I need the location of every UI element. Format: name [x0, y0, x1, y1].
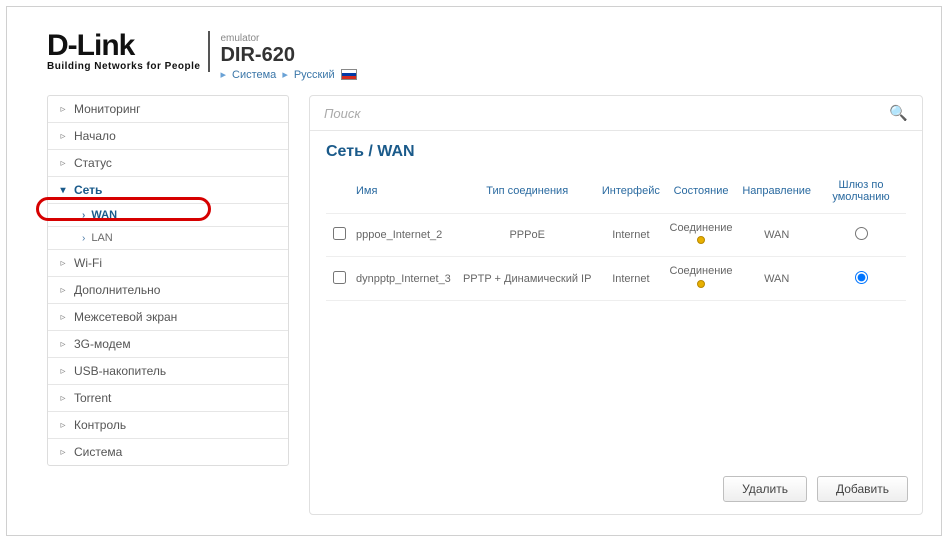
col-direction: Направление	[737, 173, 816, 214]
col-state: Состояние	[665, 173, 738, 214]
search-input[interactable]	[324, 106, 889, 121]
sidebar-item-network[interactable]: ▾ Сеть	[48, 177, 288, 204]
chevron-right-icon: ›	[82, 210, 85, 221]
logo-subtitle: Building Networks for People	[47, 61, 200, 72]
page-title: Сеть / WAN	[326, 143, 906, 161]
cell-interface: Internet	[597, 257, 665, 300]
sidebar-item-label: Начало	[74, 129, 116, 143]
search-bar: 🔍	[310, 96, 922, 131]
search-icon[interactable]: 🔍	[889, 104, 908, 122]
sidebar-item-advanced[interactable]: ▹ Дополнительно	[48, 277, 288, 304]
sidebar-item-usb-storage[interactable]: ▹ USB-накопитель	[48, 358, 288, 385]
sidebar: ▹ Мониторинг ▹ Начало ▹ Статус ▾ Сеть › …	[47, 95, 289, 466]
sidebar-item-label: 3G-модем	[74, 337, 131, 351]
sidebar-item-label: Система	[74, 445, 122, 459]
sidebar-subitem-wan[interactable]: › WAN	[48, 204, 288, 227]
col-type: Тип соединения	[457, 173, 597, 214]
chevron-right-icon: ▹	[58, 366, 68, 377]
sidebar-item-status[interactable]: ▹ Статус	[48, 150, 288, 177]
chevron-right-icon: ▹	[58, 393, 68, 404]
row-checkbox[interactable]	[333, 271, 346, 284]
logo: D-Link Building Networks for People	[47, 31, 210, 72]
chevron-right-icon: ▹	[58, 285, 68, 296]
col-interface: Интерфейс	[597, 173, 665, 214]
chevron-right-icon: ▸	[282, 68, 288, 81]
emulator-label: emulator	[220, 33, 356, 44]
breadcrumb: ▸ Система ▸ Русский	[220, 68, 356, 81]
status-dot-icon	[697, 236, 705, 244]
chevron-right-icon: ▹	[58, 104, 68, 115]
add-button[interactable]: Добавить	[817, 476, 908, 502]
sidebar-item-label: Torrent	[74, 391, 111, 405]
table-row[interactable]: dynpptp_Internet_3 PPTP + Динамический I…	[326, 257, 906, 300]
chevron-right-icon: ▹	[58, 420, 68, 431]
sidebar-item-label: Сеть	[74, 183, 102, 197]
chevron-right-icon: ▹	[58, 339, 68, 350]
sidebar-item-label: Межсетевой экран	[74, 310, 177, 324]
col-name: Имя	[352, 173, 457, 214]
chevron-right-icon: ▹	[58, 447, 68, 458]
sidebar-item-monitoring[interactable]: ▹ Мониторинг	[48, 96, 288, 123]
table-row[interactable]: pppoe_Internet_2 PPPoE Internet Соединен…	[326, 214, 906, 257]
footer-buttons: Удалить Добавить	[723, 476, 908, 502]
delete-button[interactable]: Удалить	[723, 476, 807, 502]
flag-ru-icon[interactable]	[341, 69, 357, 80]
logo-text: D-Link	[47, 31, 200, 61]
chevron-right-icon: ▹	[58, 158, 68, 169]
main-panel: 🔍 Сеть / WAN Имя Тип соединения Интерфей…	[309, 95, 923, 515]
sidebar-item-label: Мониторинг	[74, 102, 141, 116]
cell-state: Соединение	[665, 214, 738, 257]
chevron-right-icon: ›	[82, 233, 85, 244]
sidebar-item-firewall[interactable]: ▹ Межсетевой экран	[48, 304, 288, 331]
sidebar-item-start[interactable]: ▹ Начало	[48, 123, 288, 150]
sidebar-subitem-label: LAN	[91, 232, 112, 244]
breadcrumb-system[interactable]: Система	[232, 69, 276, 81]
cell-type: PPTP + Динамический IP	[457, 257, 597, 300]
sidebar-item-label: Wi-Fi	[74, 256, 102, 270]
sidebar-subitem-label: WAN	[91, 209, 117, 221]
chevron-down-icon: ▾	[58, 185, 68, 196]
sidebar-item-torrent[interactable]: ▹ Torrent	[48, 385, 288, 412]
cell-direction: WAN	[737, 257, 816, 300]
default-gateway-radio[interactable]	[855, 227, 868, 240]
sidebar-subitem-lan[interactable]: › LAN	[48, 227, 288, 250]
sidebar-item-label: Статус	[74, 156, 112, 170]
chevron-right-icon: ▹	[58, 131, 68, 142]
sidebar-item-wifi[interactable]: ▹ Wi-Fi	[48, 250, 288, 277]
cell-name: dynpptp_Internet_3	[352, 257, 457, 300]
cell-direction: WAN	[737, 214, 816, 257]
sidebar-item-control[interactable]: ▹ Контроль	[48, 412, 288, 439]
status-dot-icon	[697, 280, 705, 288]
cell-interface: Internet	[597, 214, 665, 257]
sidebar-item-system[interactable]: ▹ Система	[48, 439, 288, 465]
chevron-right-icon: ▹	[58, 258, 68, 269]
cell-type: PPPoE	[457, 214, 597, 257]
chevron-right-icon: ▹	[58, 312, 68, 323]
wan-table: Имя Тип соединения Интерфейс Состояние Н…	[326, 173, 906, 301]
header: D-Link Building Networks for People emul…	[7, 7, 941, 95]
sidebar-item-3g-modem[interactable]: ▹ 3G-модем	[48, 331, 288, 358]
model-name: DIR-620	[220, 44, 356, 66]
cell-state: Соединение	[665, 257, 738, 300]
row-checkbox[interactable]	[333, 227, 346, 240]
sidebar-item-label: USB-накопитель	[74, 364, 166, 378]
cell-name: pppoe_Internet_2	[352, 214, 457, 257]
breadcrumb-language[interactable]: Русский	[294, 69, 335, 81]
default-gateway-radio[interactable]	[855, 271, 868, 284]
sidebar-item-label: Контроль	[74, 418, 126, 432]
col-default-gateway: Шлюз по умолчанию	[816, 173, 906, 214]
chevron-right-icon: ▸	[220, 68, 226, 81]
sidebar-item-label: Дополнительно	[74, 283, 160, 297]
